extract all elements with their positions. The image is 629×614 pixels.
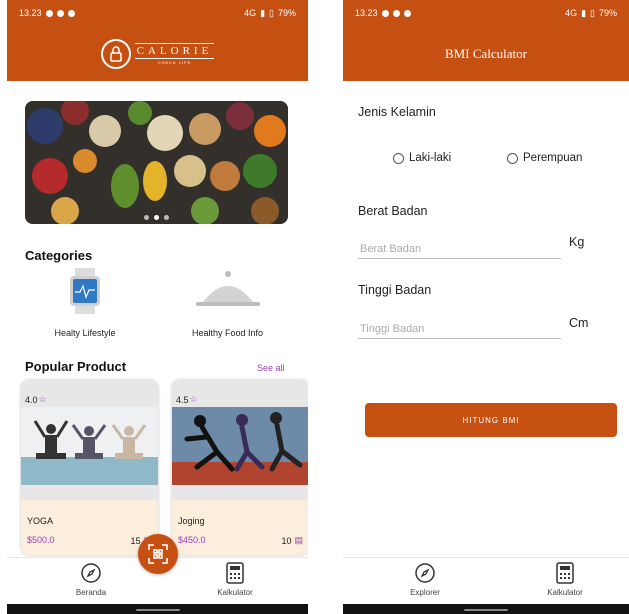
comment-icon: ▤ [294,535,303,545]
product-name: Joging [178,516,205,526]
compass-icon [415,563,435,583]
category-label: Healthy Food Info [191,328,264,338]
system-nav-bar [343,604,629,614]
status-bar: 13.23 4G ▮ ▯ 79% [7,0,308,26]
smartwatch-icon [70,268,100,314]
nav-calculator[interactable]: Kalkulator [195,562,275,597]
banner-carousel[interactable] [25,101,288,224]
weight-unit: Kg [569,235,585,249]
system-nav-bar [7,604,308,614]
calculator-icon [226,562,244,584]
product-price: $450.0 [178,535,206,545]
height-label: Tinggi Badan [358,283,432,297]
calculator-icon [556,562,574,584]
radio-laki-laki[interactable]: Laki-laki [393,152,451,164]
radio-label: Laki-laki [409,152,452,164]
count-value: 15 [130,535,141,546]
signal-icon: ▮ [260,7,266,18]
page-title: BMI Calculator [445,45,527,61]
status-bar: 13.23 4G ▮ ▯ 79% [343,0,629,26]
jogging-photo [172,407,308,485]
lock-icon [100,38,131,69]
logo-text: CALORIE [134,42,215,59]
star-icon: ☆ [189,394,198,404]
battery-icon: ▯ [590,7,595,18]
weight-label: Berat Badan [358,204,428,218]
logo-subtext: CHECK LIFE [157,59,192,65]
battery-icon: ▯ [269,7,274,18]
product-rating: 4.5 ☆ [176,394,198,405]
rating-value: 4.5 [176,394,189,405]
product-card-joging[interactable]: 4.5 ☆ Joging $450.0 10 ▤ [172,380,308,555]
app-logo: CALORIE CHECK LIFE [100,38,215,69]
height-unit: Cm [569,316,589,330]
product-count: 10 ▤ [281,535,303,546]
app-header: BMI Calculator [343,26,629,81]
radio-circle[interactable] [507,152,518,164]
category-label: Healty Lifestyle [54,328,116,338]
nav-explorer-label: Explorer [410,588,440,597]
home-screen: 13.23 4G ▮ ▯ 79% CALORIE CHECK LIFE Cate… [7,0,308,614]
category-healthy-food-info[interactable]: Healthy Food Info [175,268,280,338]
notification-icon [45,9,53,17]
nav-home[interactable]: Beranda [51,562,131,597]
nav-explorer[interactable]: Explorer [385,562,465,597]
bmi-calculator-screen: 13.23 4G ▮ ▯ 79% BMI Calculator Jenis Ke… [343,0,629,614]
scan-icon [148,544,168,564]
weight-input[interactable] [358,239,561,259]
radio-circle[interactable] [393,152,404,164]
rating-value: 4.0 [25,394,38,405]
product-price: $500.0 [27,535,55,545]
compass-icon [81,563,101,583]
carousel-indicator [25,215,288,220]
app-icon [67,9,75,17]
star-icon: ☆ [38,394,47,404]
product-rating: 4.0 ☆ [25,394,47,405]
signal-icon: ▮ [581,7,587,18]
home-indicator[interactable] [464,609,508,611]
app-header: CALORIE CHECK LIFE [7,26,308,81]
popular-product-title: Popular Product [25,359,127,374]
yoga-photo [21,407,158,485]
food-cloche-icon [195,271,260,306]
status-time: 13.23 [19,8,42,18]
battery-level: 79% [598,8,617,18]
carousel-dot-active[interactable] [154,215,159,220]
status-time: 13.23 [355,8,378,18]
battery-level: 79% [277,8,296,18]
calculate-bmi-button[interactable]: HITUNG BMI [365,403,617,437]
category-healthy-lifestyle[interactable]: Healty Lifestyle [35,268,135,338]
carousel-dot[interactable] [144,215,149,220]
radio-label: Perempuan [523,152,583,164]
scan-button[interactable] [138,534,178,574]
home-indicator[interactable] [135,609,180,611]
network-label: 4G [565,8,578,18]
notification-icon [381,9,389,17]
height-input[interactable] [358,319,561,339]
radio-perempuan[interactable]: Perempuan [507,152,582,164]
network-label: 4G [244,8,257,18]
mail-icon [56,9,64,17]
categories-title: Categories [25,248,93,263]
mail-icon [392,9,400,17]
gender-label: Jenis Kelamin [358,105,436,119]
product-name: YOGA [27,516,54,526]
see-all-link[interactable]: See all [257,363,285,373]
nav-calculator-label: Kalkulator [547,588,583,597]
nav-calculator[interactable]: Kalkulator [525,562,605,597]
carousel-dot[interactable] [164,215,169,220]
count-value: 10 [281,535,292,546]
nav-home-label: Beranda [75,588,107,597]
food-banner-image [25,101,288,224]
product-card-yoga[interactable]: 4.0 ☆ YOGA $500.0 15 ▤ [21,380,158,555]
app-icon [403,9,411,17]
bottom-navigation: Explorer Kalkulator [343,557,629,605]
nav-calculator-label: Kalkulator [217,588,253,597]
